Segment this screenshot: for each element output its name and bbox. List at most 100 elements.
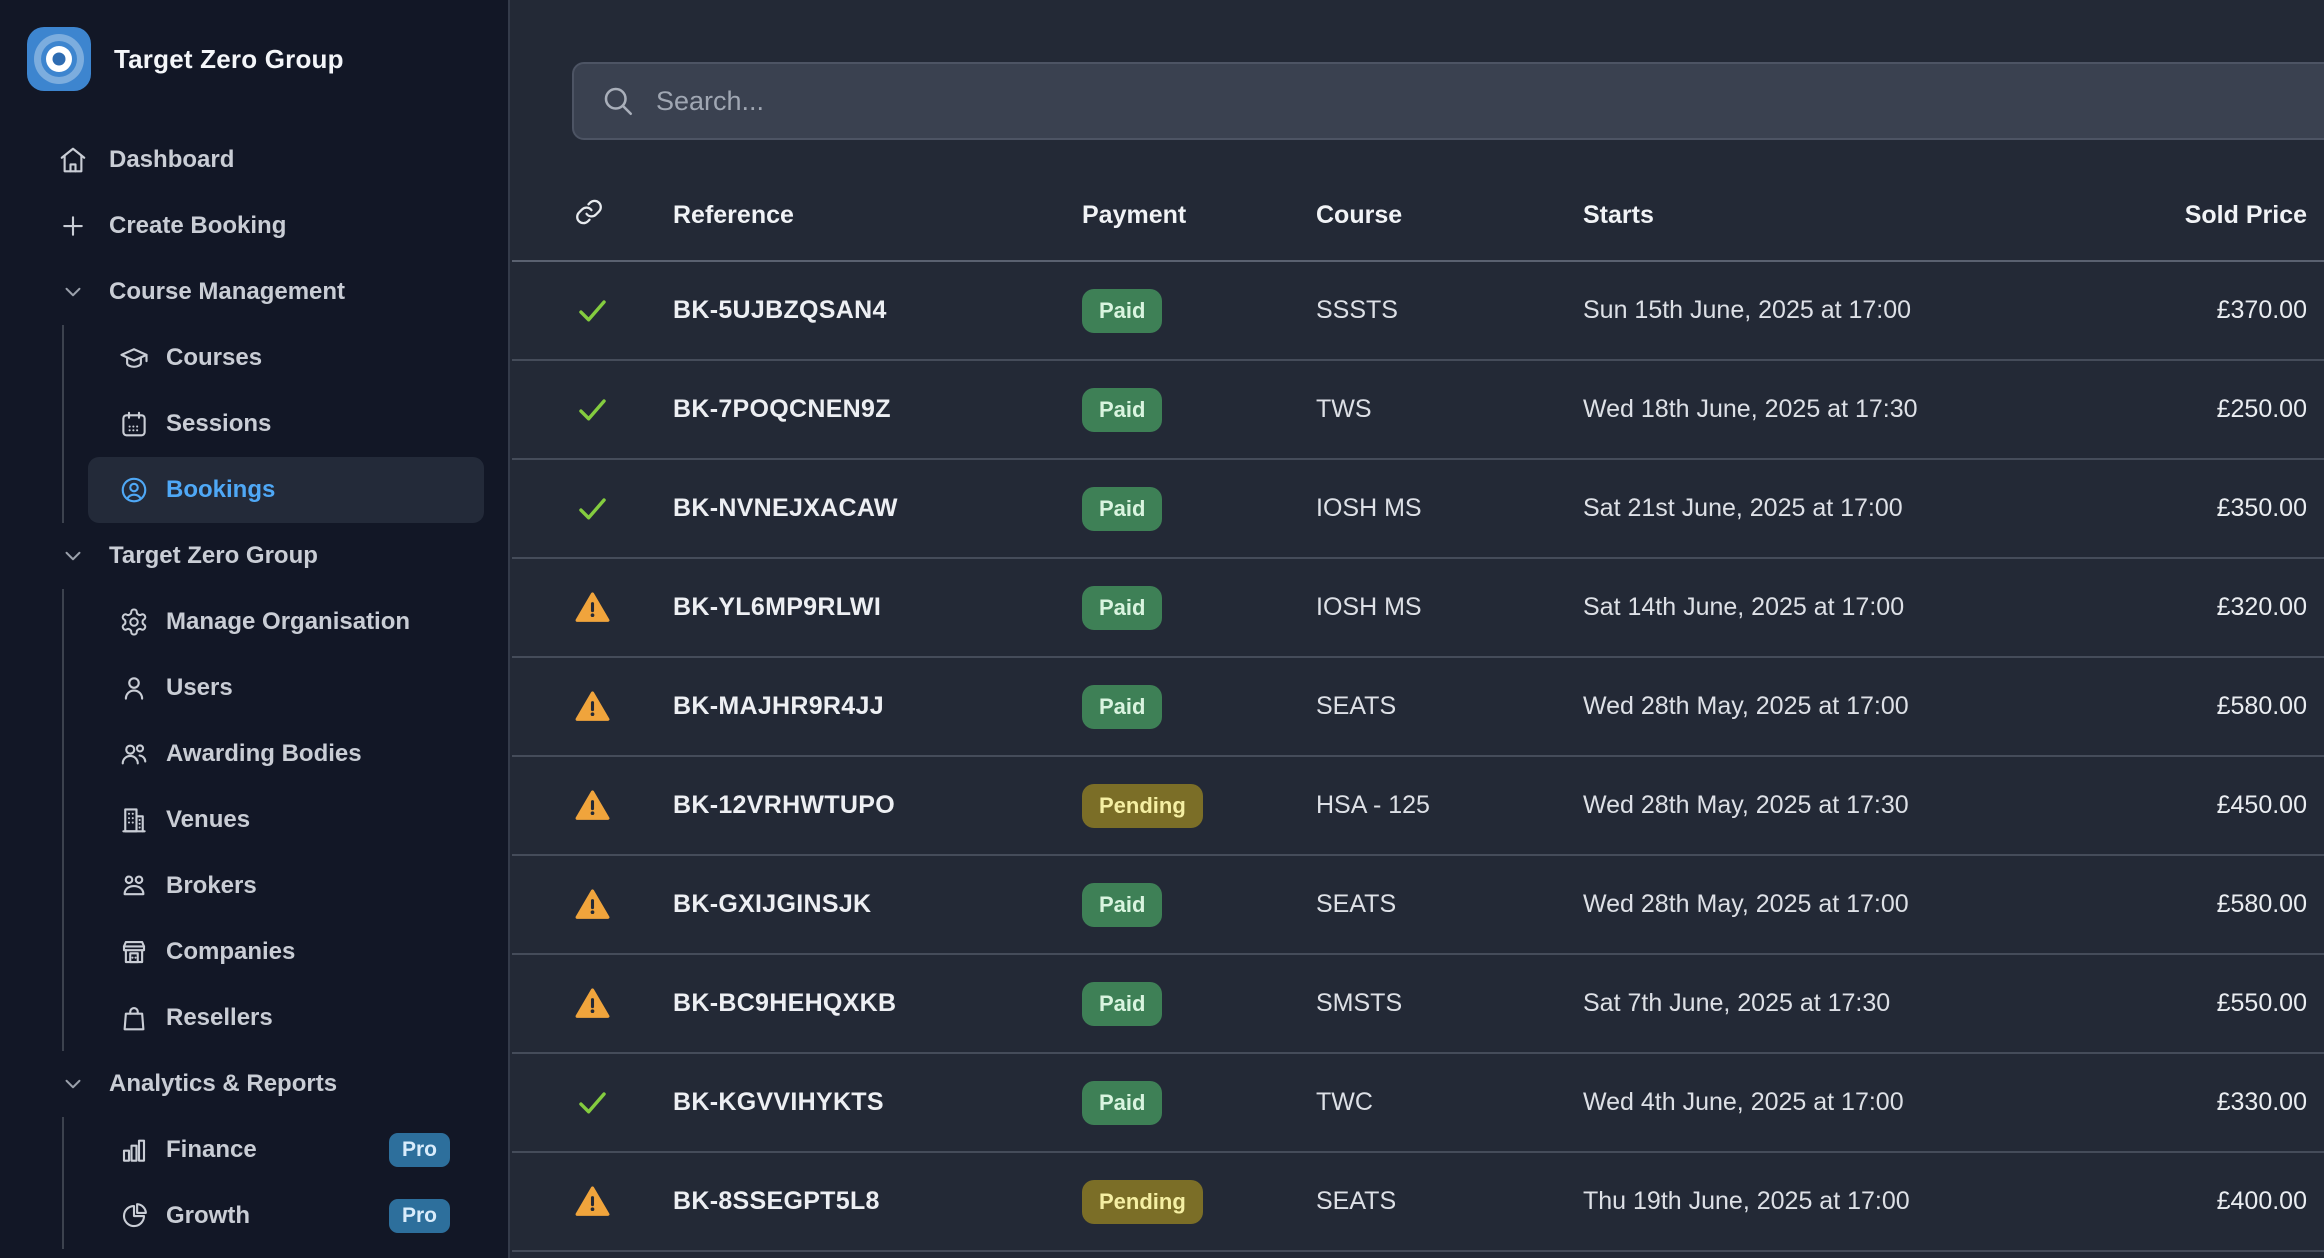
booking-reference: BK-MAJHR9R4JJ (673, 692, 1082, 721)
search-input[interactable] (656, 86, 2324, 117)
app-logo-icon (27, 27, 91, 91)
bar-chart-icon (118, 1134, 150, 1166)
warning-icon (574, 688, 611, 725)
warning-icon (574, 985, 611, 1022)
sold-price-cell: £550.00 (2067, 989, 2307, 1018)
sold-price-cell: £250.00 (2067, 395, 2307, 424)
sidebar-item-label: Growth (166, 1202, 250, 1230)
sold-price-cell: £320.00 (2067, 593, 2307, 622)
chevron-down-icon (57, 276, 89, 308)
row-status-cell (574, 1183, 673, 1220)
table-row[interactable]: BK-KGVVIHYKTS Paid TWC Wed 4th June, 202… (512, 1054, 2324, 1153)
row-status-cell (574, 292, 673, 329)
sold-price-cell: £330.00 (2067, 1088, 2307, 1117)
sidebar-item-create-booking[interactable]: Create Booking (0, 193, 508, 259)
brand-title: Target Zero Group (114, 44, 344, 75)
starts-cell: Thu 19th June, 2025 at 17:00 (1583, 1187, 2067, 1216)
sidebar-nav: Dashboard Create Booking Course Manageme… (0, 127, 508, 1249)
warning-icon (574, 589, 611, 626)
sidebar-section-course-management[interactable]: Course Management (0, 259, 508, 325)
column-header-starts: Starts (1583, 201, 2067, 230)
payment-status-badge: Pending (1082, 784, 1203, 828)
course-cell: SMSTS (1316, 989, 1583, 1018)
booking-reference: BK-GXIJGINSJK (673, 890, 1082, 919)
table-row[interactable]: BK-GXIJGINSJK Paid SEATS Wed 28th May, 2… (512, 856, 2324, 955)
starts-cell: Sat 7th June, 2025 at 17:30 (1583, 989, 2067, 1018)
table-row[interactable]: BK-YL6MP9RLWI Paid IOSH MS Sat 14th June… (512, 559, 2324, 658)
sidebar-item-label: Sessions (166, 410, 271, 438)
starts-cell: Wed 28th May, 2025 at 17:30 (1583, 791, 2067, 820)
sidebar-item-bookings[interactable]: Bookings (88, 457, 484, 523)
sidebar-item-companies[interactable]: Companies (88, 919, 484, 985)
search-bar (572, 62, 2324, 140)
main-content: Reference Payment Course Starts Sold Pri… (512, 0, 2324, 1258)
course-cell: IOSH MS (1316, 494, 1583, 523)
section-label: Analytics & Reports (109, 1070, 337, 1098)
course-management-subgroup: Courses Sessions Bookings (62, 325, 508, 523)
column-header-course: Course (1316, 201, 1583, 230)
user-circle-icon (118, 474, 150, 506)
table-row[interactable]: BK-BC9HEHQXKB Paid SMSTS Sat 7th June, 2… (512, 955, 2324, 1054)
sidebar-section-analytics-reports[interactable]: Analytics & Reports (0, 1051, 508, 1117)
section-label: Target Zero Group (109, 542, 318, 570)
sold-price-cell: £350.00 (2067, 494, 2307, 523)
sidebar-item-finance[interactable]: Finance Pro (88, 1117, 484, 1183)
sidebar-item-sessions[interactable]: Sessions (88, 391, 484, 457)
table-row[interactable]: BK-7POQCNEN9Z Paid TWS Wed 18th June, 20… (512, 361, 2324, 460)
table-row[interactable]: BK-12VRHWTUPO Pending HSA - 125 Wed 28th… (512, 757, 2324, 856)
starts-cell: Sat 14th June, 2025 at 17:00 (1583, 593, 2067, 622)
check-icon (574, 1084, 611, 1121)
payment-status-badge: Paid (1082, 685, 1162, 729)
course-cell: TWC (1316, 1088, 1583, 1117)
table-row[interactable]: BK-5UJBZQSAN4 Paid SSSTS Sun 15th June, … (512, 262, 2324, 361)
warning-icon (574, 886, 611, 923)
sidebar-item-label: Bookings (166, 476, 275, 504)
starts-cell: Sun 15th June, 2025 at 17:00 (1583, 296, 2067, 325)
analytics-subgroup: Finance Pro Growth Pro (62, 1117, 508, 1249)
organisation-subgroup: Manage Organisation Users Awarding Bodie… (62, 589, 508, 1051)
booking-reference: BK-NVNEJXACAW (673, 494, 1082, 523)
chevron-down-icon (57, 1068, 89, 1100)
sidebar-section-target-zero-group[interactable]: Target Zero Group (0, 523, 508, 589)
starts-cell: Wed 18th June, 2025 at 17:30 (1583, 395, 2067, 424)
table-row[interactable]: BK-MAJHR9R4JJ Paid SEATS Wed 28th May, 2… (512, 658, 2324, 757)
sidebar-item-manage-organisation[interactable]: Manage Organisation (88, 589, 484, 655)
sidebar-item-dashboard[interactable]: Dashboard (0, 127, 508, 193)
payment-status-badge: Paid (1082, 388, 1162, 432)
course-cell: SSSTS (1316, 296, 1583, 325)
booking-reference: BK-8SSEGPT5L8 (673, 1187, 1082, 1216)
users-icon (118, 738, 150, 770)
bookings-table: Reference Payment Course Starts Sold Pri… (512, 170, 2324, 1252)
sidebar-item-growth[interactable]: Growth Pro (88, 1183, 484, 1249)
row-status-cell (574, 490, 673, 527)
search-icon (600, 83, 636, 119)
course-cell: TWS (1316, 395, 1583, 424)
pro-badge: Pro (389, 1199, 450, 1233)
section-label: Course Management (109, 278, 345, 306)
table-row[interactable]: BK-NVNEJXACAW Paid IOSH MS Sat 21st June… (512, 460, 2324, 559)
payment-status-badge: Paid (1082, 487, 1162, 531)
sidebar-item-label: Finance (166, 1136, 257, 1164)
sidebar-item-awarding-bodies[interactable]: Awarding Bodies (88, 721, 484, 787)
sold-price-cell: £400.00 (2067, 1187, 2307, 1216)
table-header-row: Reference Payment Course Starts Sold Pri… (512, 170, 2324, 262)
course-cell: SEATS (1316, 1187, 1583, 1216)
sold-price-cell: £580.00 (2067, 890, 2307, 919)
payment-status-badge: Paid (1082, 289, 1162, 333)
column-header-sold-price: Sold Price (2067, 201, 2307, 230)
sidebar-item-brokers[interactable]: Brokers (88, 853, 484, 919)
graduation-cap-icon (118, 342, 150, 374)
sidebar-item-courses[interactable]: Courses (88, 325, 484, 391)
sidebar-item-users[interactable]: Users (88, 655, 484, 721)
chevron-down-icon (57, 540, 89, 572)
sidebar-item-label: Users (166, 674, 233, 702)
sidebar-item-label: Manage Organisation (166, 608, 410, 636)
row-status-cell (574, 688, 673, 725)
row-status-cell (574, 985, 673, 1022)
brand: Target Zero Group (0, 0, 508, 91)
table-row[interactable]: BK-8SSEGPT5L8 Pending SEATS Thu 19th Jun… (512, 1153, 2324, 1252)
building-icon (118, 804, 150, 836)
booking-reference: BK-YL6MP9RLWI (673, 593, 1082, 622)
sidebar-item-resellers[interactable]: Resellers (88, 985, 484, 1051)
sidebar-item-venues[interactable]: Venues (88, 787, 484, 853)
